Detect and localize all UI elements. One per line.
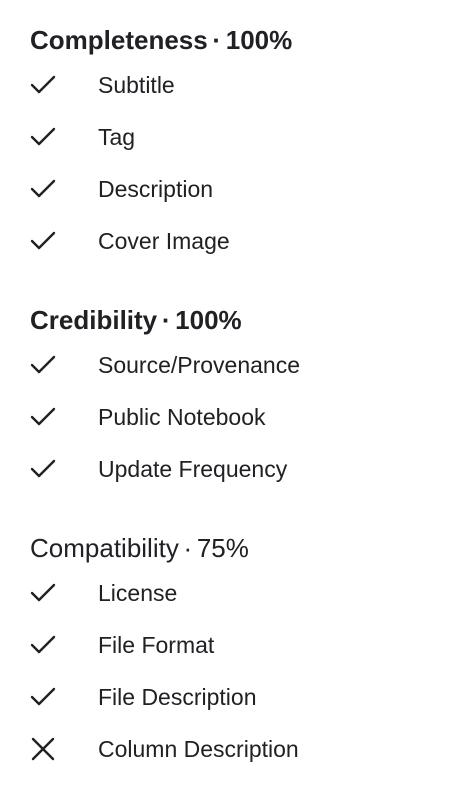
checklist-item-label: Cover Image xyxy=(98,228,230,254)
checklist-item-license: License xyxy=(30,567,440,619)
check-icon xyxy=(30,339,98,391)
section-score: 100% xyxy=(175,305,242,335)
check-icon xyxy=(30,391,98,443)
checklist-item-file-format: File Format xyxy=(30,619,440,671)
check-icon xyxy=(30,111,98,163)
title-separator: · xyxy=(161,305,171,335)
checklist-item-label: Description xyxy=(98,176,214,202)
checklist-item-description: Description xyxy=(30,163,440,215)
checklist-item-public-notebook: Public Notebook xyxy=(30,391,440,443)
checklist-item-label: Public Notebook xyxy=(98,404,266,430)
section-title-credibility: Credibility · 100% xyxy=(30,301,440,339)
checklist-item-label: File Description xyxy=(98,684,257,710)
checklist-item-file-description: File Description xyxy=(30,671,440,723)
check-icon xyxy=(30,567,98,619)
checklist-item-cover-image: Cover Image xyxy=(30,215,440,267)
check-icon xyxy=(30,215,98,267)
check-icon xyxy=(30,163,98,215)
section-score: 100% xyxy=(225,25,293,55)
section-title-completeness: Completeness · 100% xyxy=(30,21,440,59)
section-name: Credibility xyxy=(30,305,158,335)
checklist-item-update-frequency: Update Frequency xyxy=(30,443,440,495)
section-completeness: Completeness · 100% Subtitle Tag Descripti… xyxy=(30,21,440,267)
checklist-item-label: File Format xyxy=(98,632,215,658)
section-credibility: Credibility · 100% Source/Provenance Publi… xyxy=(30,301,440,495)
checklist-item-tag: Tag xyxy=(30,111,440,163)
checklist-compatibility: License File Format File Description Col… xyxy=(30,567,440,775)
cross-icon xyxy=(30,723,98,775)
section-compatibility: Compatibility · 75% License File Format Fi… xyxy=(30,529,440,775)
section-score: 75% xyxy=(196,533,249,563)
checklist-item-source-provenance: Source/Provenance xyxy=(30,339,440,391)
checklist-item-label: Subtitle xyxy=(98,72,175,98)
section-name: Compatibility xyxy=(30,533,179,563)
title-separator: · xyxy=(212,25,222,55)
check-icon xyxy=(30,619,98,671)
check-icon xyxy=(30,671,98,723)
checklist-item-label: License xyxy=(98,580,178,606)
usability-checklist-panel: Completeness · 100% Subtitle Tag Descripti… xyxy=(0,0,454,790)
checklist-item-subtitle: Subtitle xyxy=(30,59,440,111)
checklist-item-label: Column Description xyxy=(98,736,299,762)
check-icon xyxy=(30,59,98,111)
checklist-item-column-description: Column Description xyxy=(30,723,440,775)
section-name: Completeness xyxy=(30,25,208,55)
checklist-item-label: Tag xyxy=(98,124,136,150)
title-separator: · xyxy=(183,533,193,563)
check-icon xyxy=(30,443,98,495)
checklist-item-label: Update Frequency xyxy=(98,456,288,482)
section-title-compatibility: Compatibility · 75% xyxy=(30,529,440,567)
checklist-completeness: Subtitle Tag Description Cover Image xyxy=(30,59,440,267)
checklist-item-label: Source/Provenance xyxy=(98,352,301,378)
checklist-credibility: Source/Provenance Public Notebook Update… xyxy=(30,339,440,495)
